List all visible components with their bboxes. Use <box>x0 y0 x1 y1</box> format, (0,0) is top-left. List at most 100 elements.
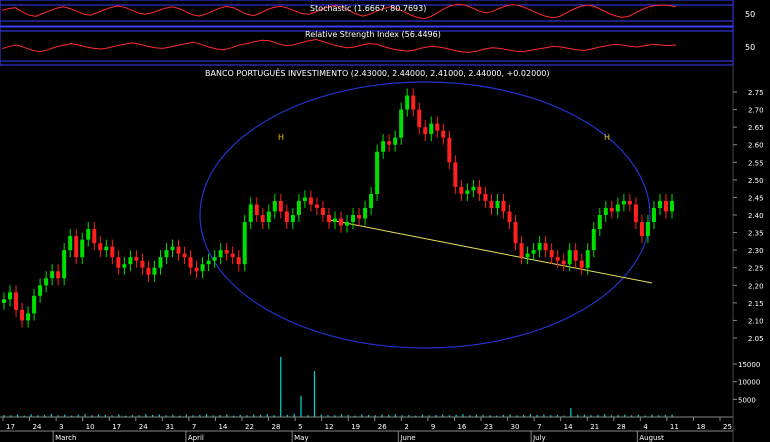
candle-body <box>567 250 572 265</box>
day-tick-label: 3 <box>59 423 63 431</box>
candle-body <box>405 95 410 110</box>
candle-body <box>411 95 416 110</box>
candle-body <box>363 207 368 219</box>
candle-body <box>621 200 626 205</box>
candle-body <box>206 260 211 265</box>
volume-bars <box>3 357 673 417</box>
month-label: June <box>399 434 415 442</box>
volume-bar <box>300 395 302 417</box>
candle-body <box>399 109 404 138</box>
candle-body <box>266 211 271 223</box>
month-label: April <box>188 434 204 442</box>
candle-body <box>290 215 295 223</box>
candle-body <box>32 295 37 314</box>
day-tick-label: 26 <box>378 423 387 431</box>
day-tick-label: 16 <box>457 423 466 431</box>
rsi-title: Relative Strength Index (56.4496) <box>305 30 441 39</box>
day-tick-label: 19 <box>351 423 360 431</box>
candle-body <box>248 204 253 223</box>
candle-body <box>417 109 422 128</box>
candle-body <box>68 236 73 251</box>
day-tick-label: 28 <box>617 423 626 431</box>
candle-body <box>260 215 265 223</box>
candle-body <box>459 186 464 194</box>
candle-body <box>483 193 488 201</box>
day-tick-label: 10 <box>86 423 95 431</box>
candle-body <box>212 257 217 261</box>
candle-body <box>591 229 596 251</box>
price-tick-label: 2.60 <box>748 142 764 150</box>
volume-axis-ticks: 15000 10000 5000 <box>733 361 760 404</box>
candle-body <box>332 218 337 223</box>
candle-body <box>14 292 19 310</box>
candle-body <box>339 218 344 226</box>
candle-body <box>663 200 668 212</box>
candle-body <box>603 207 608 215</box>
volume-tick-label: 10000 <box>738 379 760 387</box>
candle-body <box>507 211 512 223</box>
candle-body <box>549 250 554 258</box>
candle-body <box>633 204 638 223</box>
candle-body <box>134 257 139 261</box>
candle-body <box>519 243 524 258</box>
candle-body <box>44 278 49 286</box>
candle-body <box>2 299 6 303</box>
price-tick-label: 2.30 <box>748 247 764 255</box>
day-tick-label: 12 <box>325 423 334 431</box>
price-tick-label: 2.75 <box>748 89 764 97</box>
price-tick-label: 2.50 <box>748 177 764 185</box>
day-tick-label: 14 <box>218 423 227 431</box>
candle-body <box>429 123 434 135</box>
neckline-trendline <box>329 219 653 284</box>
price-tick-label: 2.05 <box>748 335 764 343</box>
candle-body <box>236 257 241 265</box>
candle-body <box>146 267 151 275</box>
candle-body <box>284 211 289 223</box>
candle-body <box>471 186 476 191</box>
candle-body <box>26 313 31 321</box>
candle-body <box>188 257 193 268</box>
candle-body <box>176 246 181 254</box>
candle-body <box>543 243 548 251</box>
candle-body <box>92 229 97 244</box>
candle-body <box>381 141 386 152</box>
candle-body <box>320 207 325 215</box>
price-tick-label: 2.45 <box>748 194 764 202</box>
candle-body <box>375 151 380 194</box>
rsi-panel: Relative Strength Index (56.4496) 50 <box>0 26 755 66</box>
volume-panel: 15000 10000 5000 <box>3 357 760 417</box>
candle-body <box>80 239 85 258</box>
day-tick-label: 28 <box>272 423 281 431</box>
candle-body <box>657 200 662 208</box>
candle-body <box>302 197 307 201</box>
candle-body <box>387 141 392 145</box>
day-tick-label: 11 <box>670 423 679 431</box>
candle-body <box>345 222 350 226</box>
rsi-axis-label: 50 <box>745 43 755 52</box>
candle-body <box>152 267 157 275</box>
candle-body <box>453 162 458 187</box>
price-tick-label: 2.55 <box>748 159 764 167</box>
volume-tick-label: 5000 <box>738 396 756 404</box>
candle-body <box>62 250 67 279</box>
candle-body <box>651 207 656 223</box>
day-tick-label: 31 <box>165 423 174 431</box>
stochastic-title: Stochastic (1.6667, 80.7693) <box>310 4 426 13</box>
candle-body <box>158 257 163 268</box>
month-label: July <box>532 434 546 442</box>
month-label: May <box>294 434 308 442</box>
candle-body <box>579 260 584 268</box>
x-axis: 17 24 3 10 17 24 31 7 14 22 28 5 12 19 26 2 9 16 23 30 7 14 21… <box>0 416 733 442</box>
day-tick-label: 17 <box>6 423 15 431</box>
candle-body <box>218 250 223 258</box>
candle-body <box>314 204 319 208</box>
candle-body <box>56 271 61 279</box>
price-tick-label: 2.35 <box>748 230 764 238</box>
month-labels: March April May June July August <box>52 431 664 442</box>
volume-tick-label: 15000 <box>738 361 760 369</box>
price-tick-label: 2.65 <box>748 124 764 132</box>
candle-body <box>296 200 301 215</box>
candle-body <box>8 292 13 300</box>
candle-body <box>242 222 247 265</box>
month-label: August <box>639 434 664 442</box>
